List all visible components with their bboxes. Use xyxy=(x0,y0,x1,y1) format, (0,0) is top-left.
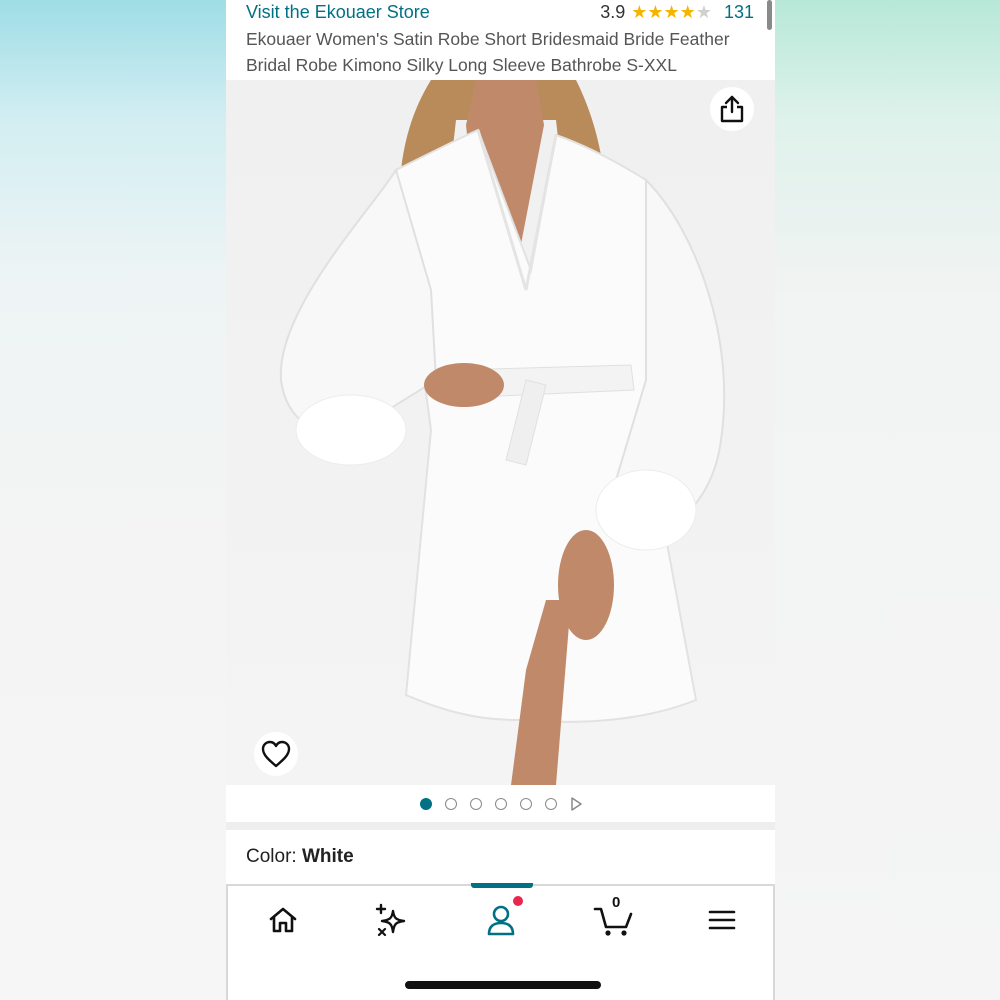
robe-photo xyxy=(279,80,726,785)
nav-sparkle-button[interactable] xyxy=(371,900,411,940)
image-pagination xyxy=(226,785,775,822)
nav-cart-button[interactable]: 0 xyxy=(591,894,637,940)
cart-count: 0 xyxy=(612,894,621,911)
bottom-nav: 0 xyxy=(226,883,775,1000)
wishlist-button[interactable] xyxy=(254,732,298,776)
product-title: Ekouaer Women's Satin Robe Short Bridesm… xyxy=(246,29,730,75)
rating-value: 3.9 xyxy=(600,2,626,22)
active-tab-indicator xyxy=(471,883,533,888)
phone-screen: Visit the Ekouaer Store 3.9 ★★★★★ 131 Ek… xyxy=(226,0,775,1000)
product-image[interactable] xyxy=(226,80,775,785)
pagination-dot-3[interactable] xyxy=(469,797,482,810)
color-label: Color: xyxy=(246,846,297,867)
video-play-icon[interactable] xyxy=(570,796,582,811)
pagination-dot-6[interactable] xyxy=(544,797,557,810)
pagination-dot-4[interactable] xyxy=(494,797,507,810)
rating-summary[interactable]: 3.9 ★★★★★ 131 xyxy=(600,2,754,23)
rating-count[interactable]: 131 xyxy=(724,2,754,23)
store-link[interactable]: Visit the Ekouaer Store xyxy=(246,2,430,23)
product-header: Visit the Ekouaer Store 3.9 ★★★★★ 131 Ek… xyxy=(246,0,756,80)
pagination-dot-5[interactable] xyxy=(519,797,532,810)
background-right xyxy=(775,0,1000,1000)
home-icon xyxy=(269,907,297,933)
notification-dot xyxy=(513,896,523,906)
pagination-dot-1[interactable] xyxy=(419,797,432,810)
pagination-dot-2[interactable] xyxy=(444,797,457,810)
section-divider xyxy=(226,822,775,830)
nav-menu-button[interactable] xyxy=(702,900,742,940)
share-button[interactable] xyxy=(710,87,754,131)
nav-home-button[interactable] xyxy=(263,900,303,940)
star-rating-icon: ★★★★★ xyxy=(631,2,712,22)
home-indicator xyxy=(405,981,601,989)
heart-icon xyxy=(261,740,291,768)
color-selection: Color: White xyxy=(246,846,354,868)
account-icon xyxy=(487,905,515,936)
hamburger-menu-icon xyxy=(708,910,736,930)
sparkle-icon xyxy=(375,903,406,937)
nav-account-button[interactable] xyxy=(481,896,523,940)
scrollbar[interactable] xyxy=(767,0,772,30)
share-icon xyxy=(720,95,744,123)
color-value: White xyxy=(301,846,354,867)
